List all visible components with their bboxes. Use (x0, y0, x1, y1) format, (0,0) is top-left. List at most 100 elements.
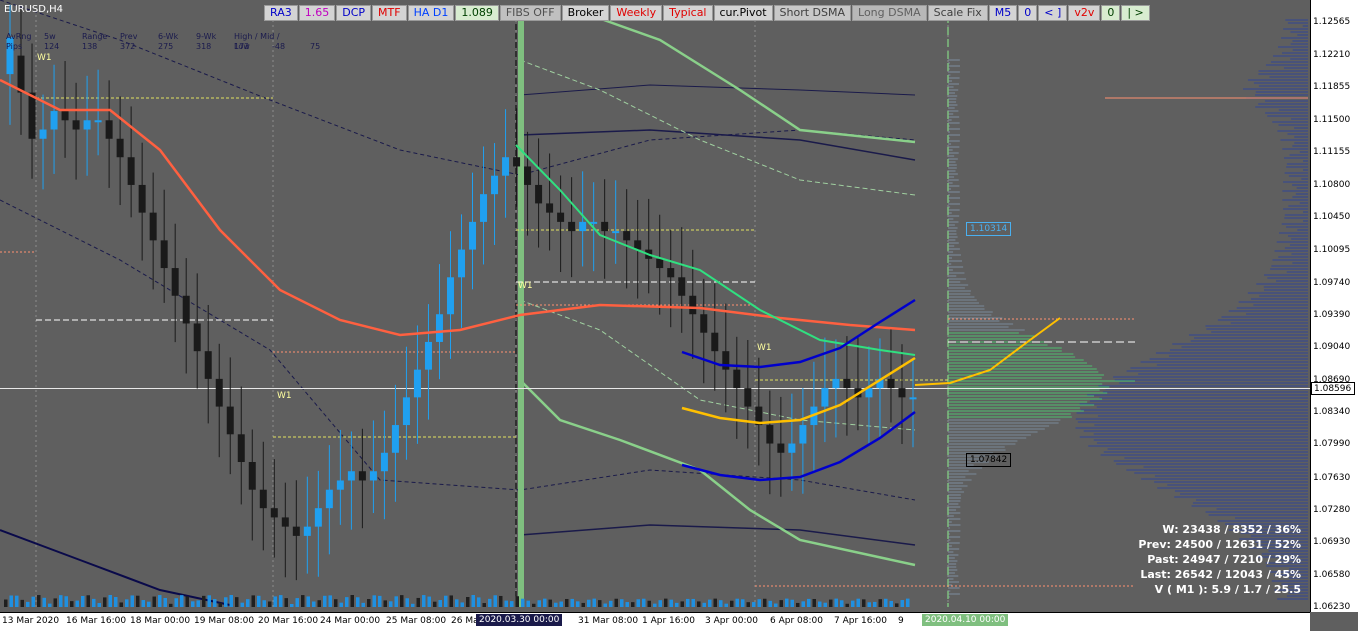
candle-body (72, 120, 80, 130)
toolbar-button-1[interactable]: 1.65 (298, 5, 336, 21)
candle-body (94, 120, 102, 123)
volume-bar (449, 595, 453, 607)
candle-body (215, 378, 223, 407)
candle-body (788, 443, 796, 453)
range-stats: AvRng 5w Range Prev 6-Wk 9-Wk High / Mid / Low… (6, 32, 348, 52)
candle-body (358, 471, 366, 481)
volume-bar (114, 597, 118, 607)
volume-bar (603, 603, 607, 607)
volume-bar (471, 595, 475, 607)
summary-week: W: 23438 / 8352 / 36% (1162, 523, 1301, 536)
volume-bar (251, 595, 255, 607)
toolbar-button-13[interactable]: Scale Fix (927, 5, 988, 21)
volume-bar (372, 595, 376, 607)
toolbar-button-10[interactable]: cur.Pivot (713, 5, 773, 21)
volume-bar (224, 597, 228, 607)
toolbar-button-19[interactable]: | > (1121, 5, 1150, 21)
volume-bar (328, 595, 332, 607)
toolbar-button-0[interactable]: RA3 (264, 5, 298, 21)
candle-body (458, 249, 465, 278)
volume-bar (845, 603, 849, 607)
volume-bar (389, 601, 393, 607)
volume-bar (515, 596, 519, 607)
price-tick-label: 1.10095 (1313, 245, 1351, 256)
volume-bar (350, 595, 354, 607)
volume-bar (867, 602, 871, 607)
candle-body (843, 378, 851, 389)
price-tick-label: 1.10450 (1313, 212, 1351, 223)
volume-bar (647, 600, 651, 607)
toolbar-button-8[interactable]: Weekly (610, 5, 663, 21)
volume-bar (147, 601, 151, 607)
stats-value: 75 (310, 42, 321, 51)
volume-bar (642, 598, 646, 607)
volume-bar (482, 603, 486, 607)
toolbar-button-15[interactable]: 0 (1018, 5, 1038, 21)
candle-body (678, 277, 686, 296)
toolbar-button-4[interactable]: HA D1 (407, 5, 455, 21)
chart-window: EURUSD,H4 RA3 1.65 DCP MTF HA D1 1.089 FIBS OF… (0, 0, 1358, 631)
candle-body (39, 129, 47, 139)
volume-bar (257, 595, 261, 607)
candle-body (281, 517, 289, 527)
candle-body (535, 184, 543, 204)
time-tick-label: 31 Mar 08:00 (578, 616, 639, 626)
candle-body (193, 323, 201, 352)
candle-body (28, 92, 36, 139)
volume-bar (169, 603, 173, 607)
volume-bar (499, 595, 503, 607)
volume-bar (691, 598, 695, 607)
price-tick-label: 1.11155 (1313, 147, 1351, 158)
volume-bar (636, 599, 640, 607)
candle-body (226, 406, 234, 435)
candle-body (887, 378, 895, 389)
toolbar-button-18[interactable]: 0 (1101, 5, 1121, 21)
volume-bar (416, 597, 420, 607)
price-tick-label: 1.09040 (1313, 342, 1351, 353)
toolbar-button-9[interactable]: Typical (663, 5, 713, 21)
volume-bar (834, 598, 838, 607)
price-tick-label: 1.06230 (1313, 602, 1351, 612)
candle-body (700, 314, 708, 333)
candle-body (17, 55, 25, 93)
volume-bar (317, 600, 321, 607)
volume-bar (625, 602, 629, 607)
volume-bar (207, 595, 211, 607)
toolbar-button-6[interactable]: FIBS OFF (499, 5, 561, 21)
toolbar-button-14[interactable]: M5 (988, 5, 1018, 21)
volume-bar (532, 603, 536, 607)
candle-body (149, 212, 157, 241)
price-tick-label: 1.08340 (1313, 407, 1351, 418)
volume-bar (466, 597, 470, 607)
candle-body (491, 175, 499, 195)
volume-bar (631, 602, 635, 607)
toolbar-button-16[interactable]: < ] (1038, 5, 1068, 21)
stats-value-row: Pips 124 138 372 275 318 172 -48 75 (6, 42, 348, 52)
toolbar-button-2[interactable]: DCP (336, 5, 372, 21)
volume-bar (356, 597, 360, 607)
volume-bar (213, 599, 217, 607)
volume-bar (614, 598, 618, 607)
stats-header: High / Mid / Low (234, 32, 280, 51)
price-tick-label: 1.11500 (1313, 115, 1351, 126)
volume-bar (433, 601, 437, 607)
toolbar-button-11[interactable]: Short DSMA (773, 5, 852, 21)
toolbar-button-3[interactable]: MTF (372, 5, 407, 21)
volume-bar (119, 602, 123, 607)
volume-bar (334, 599, 338, 607)
volume-summary: W: 23438 / 8352 / 36% Prev: 24500 / 1263… (1138, 522, 1301, 597)
volume-bar (81, 595, 85, 607)
volume-bar (174, 598, 178, 607)
volume-bar (554, 602, 558, 607)
candle-body (446, 277, 454, 315)
toolbar-button-12[interactable]: Long DSMA (852, 5, 927, 21)
volume-bar (829, 599, 833, 607)
stats-value: -48 (272, 42, 286, 51)
volume-bar (796, 602, 800, 607)
candle-body (909, 397, 917, 400)
toolbar-button-7[interactable]: Broker (561, 5, 610, 21)
price-chart[interactable] (0, 0, 1310, 612)
summary-volume: V ( M1 ): 5.9 / 1.7 / 25.5 (1154, 583, 1301, 596)
toolbar-button-5[interactable]: 1.089 (455, 5, 499, 21)
toolbar-button-17[interactable]: v2v (1068, 5, 1101, 21)
